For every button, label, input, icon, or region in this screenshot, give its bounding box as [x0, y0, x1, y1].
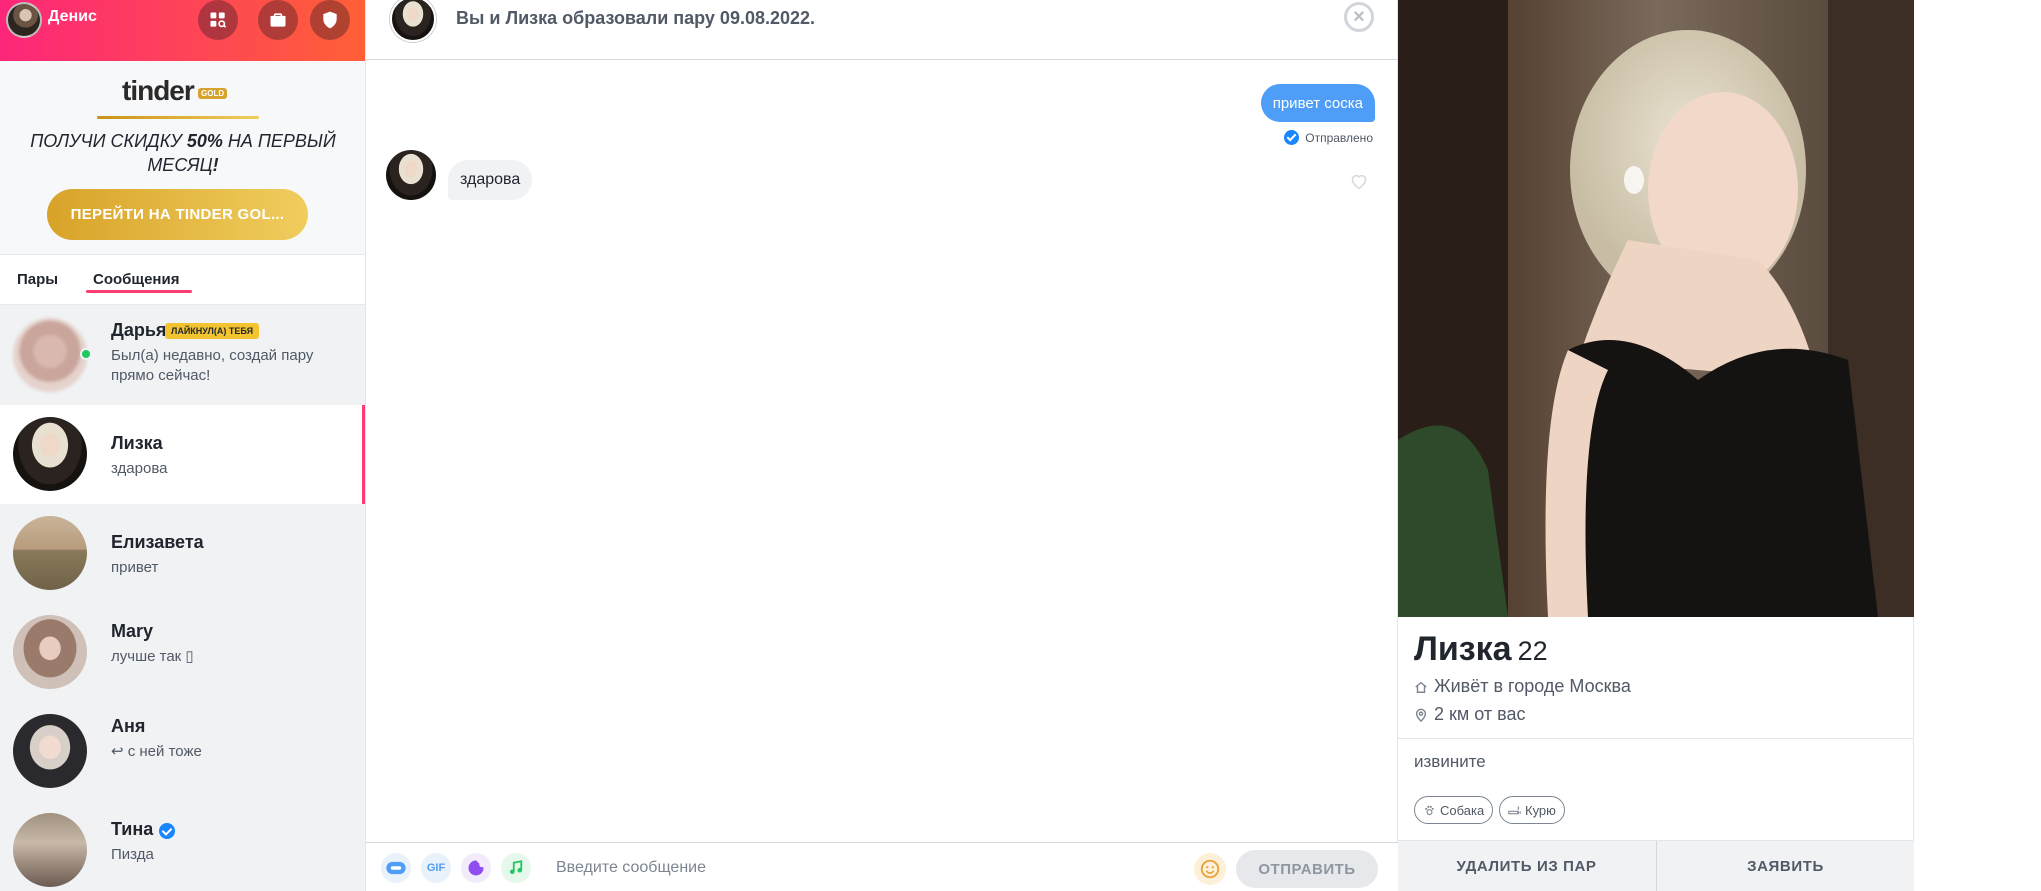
- sticker-button[interactable]: [381, 853, 411, 883]
- conversation-preview: здарова: [111, 460, 168, 477]
- verified-icon: [159, 823, 175, 839]
- conversation-list: Дарья ЛАЙКНУЛ(А) ТЕБЯ Был(а) недавно, со…: [0, 306, 365, 891]
- conversation-preview: ↩ с ней тоже: [111, 743, 202, 760]
- profile-bio: извините: [1414, 752, 1486, 771]
- conversation-preview: Был(а) недавно, создай пару прямо сейчас…: [111, 347, 314, 384]
- grid-search-icon: [210, 12, 227, 28]
- location-pin-icon: [1415, 708, 1427, 722]
- avatar: [13, 516, 87, 590]
- work-mode-button[interactable]: [258, 0, 298, 40]
- gif-button[interactable]: GIF: [421, 853, 451, 883]
- explore-button[interactable]: [198, 0, 238, 40]
- lifestyle-chip-pet: Собака: [1414, 796, 1494, 824]
- shield-icon: [323, 11, 337, 29]
- conversation-name: Mary: [111, 621, 154, 641]
- sidebar-tabs: Пары Сообщения: [0, 255, 365, 305]
- online-indicator: [80, 348, 92, 360]
- avatar: [13, 318, 87, 392]
- chat-header: Вы и Лизка образовали пару 09.08.2022. ×: [366, 0, 1398, 60]
- conversation-name: Лизка: [111, 433, 163, 453]
- sidebar: Денис tinder GOLD ПОЛУЧИ СКИДКУ 50% НА П…: [0, 0, 366, 891]
- conversation-preview: Пизда: [111, 846, 154, 863]
- liked-you-badge: ЛАЙКНУЛ(А) ТЕБЯ: [165, 323, 260, 339]
- gold-promo: tinder GOLD ПОЛУЧИ СКИДКУ 50% НА ПЕРВЫЙ …: [0, 61, 365, 255]
- avatar: [13, 615, 87, 689]
- profile-actions: УДАЛИТЬ ИЗ ПАР ЗАЯВИТЬ: [1398, 840, 1914, 891]
- incoming-message[interactable]: здарова: [448, 160, 533, 200]
- briefcase-icon: [270, 13, 286, 27]
- message-status: Отправлено: [1284, 130, 1373, 145]
- profile-distance: 2 км от вас: [1414, 704, 1526, 725]
- conversation-preview: лучше так ▯: [111, 648, 194, 665]
- safety-button[interactable]: [310, 0, 350, 40]
- profile-city: Живёт в городе Москва: [1414, 676, 1631, 697]
- gold-underline: [97, 116, 259, 119]
- message-composer: GIF ОТПРАВИТЬ: [366, 842, 1398, 891]
- tab-matches[interactable]: Пары: [17, 271, 58, 288]
- conversation-item[interactable]: Елизавета привет: [0, 504, 365, 603]
- outgoing-message[interactable]: привет соска: [1260, 84, 1375, 122]
- profile-age: 22: [1517, 636, 1548, 666]
- conversation-preview: привет: [111, 559, 159, 576]
- sticker-icon: [386, 861, 406, 875]
- my-avatar[interactable]: [6, 2, 42, 38]
- tab-messages[interactable]: Сообщения: [93, 271, 179, 288]
- chat-panel: Вы и Лизка образовали пару 09.08.2022. ×…: [366, 0, 1398, 891]
- my-name[interactable]: Денис: [48, 8, 97, 26]
- promo-offer: ПОЛУЧИ СКИДКУ 50% НА ПЕРВЫЙ МЕСЯЦ!: [30, 131, 336, 175]
- conversation-name: Елизавета: [111, 532, 204, 552]
- app-root: Денис tinder GOLD ПОЛУЧИ СКИДКУ 50% НА П…: [0, 0, 2041, 891]
- conversation-item[interactable]: Тина Пизда: [0, 801, 365, 891]
- unmatch-button[interactable]: УДАЛИТЬ ИЗ ПАР: [1398, 841, 1655, 891]
- report-button[interactable]: ЗАЯВИТЬ: [1657, 841, 1914, 891]
- upgrade-gold-button[interactable]: ПЕРЕЙТИ НА TINDER GOL...: [47, 189, 308, 240]
- conversation-item[interactable]: Дарья ЛАЙКНУЛ(А) ТЕБЯ Был(а) недавно, со…: [0, 306, 365, 405]
- smoking-icon: [1508, 805, 1521, 814]
- like-message-heart-icon[interactable]: [1349, 172, 1369, 190]
- conversation-name: Аня: [111, 716, 146, 736]
- home-icon: [1415, 681, 1427, 693]
- gold-badge: GOLD: [198, 88, 228, 99]
- emoji-button[interactable]: [1194, 853, 1226, 885]
- conversation-name: Тина: [111, 819, 154, 839]
- sent-status-label: Отправлено: [1305, 130, 1373, 145]
- sidebar-header: Денис: [0, 0, 365, 61]
- avatar: [13, 714, 87, 788]
- tinder-logo: tinder: [122, 75, 195, 106]
- active-tab-indicator: [86, 290, 192, 293]
- avatar: [13, 417, 87, 491]
- lifestyle-chip-smoking: Курю: [1499, 796, 1565, 824]
- match-avatar[interactable]: [390, 0, 436, 42]
- close-chat-button[interactable]: ×: [1344, 2, 1374, 32]
- close-icon: ×: [1353, 6, 1365, 28]
- conversation-item[interactable]: Mary лучше так ▯: [0, 603, 365, 702]
- music-button[interactable]: [501, 853, 531, 883]
- conversation-item-active[interactable]: Лизка здарова: [0, 405, 365, 504]
- sender-avatar[interactable]: [386, 150, 436, 200]
- send-button[interactable]: ОТПРАВИТЬ: [1236, 850, 1378, 888]
- smile-icon: [1200, 859, 1220, 879]
- profile-name: Лизка 22: [1414, 630, 1548, 668]
- sent-check-icon: [1284, 130, 1300, 145]
- pet-icon: [1425, 805, 1434, 815]
- avatar: [13, 813, 87, 887]
- conversation-item[interactable]: Аня ↩ с ней тоже: [0, 702, 365, 801]
- match-info: Вы и Лизка образовали пару 09.08.2022.: [456, 8, 816, 28]
- profile-photo[interactable]: [1398, 0, 1914, 617]
- emoji-sticker-button[interactable]: [461, 853, 491, 883]
- message-input[interactable]: [556, 854, 1156, 882]
- sticker-pack-icon: [468, 860, 484, 876]
- conversation-name: Дарья: [111, 320, 167, 340]
- profile-photo-image: [1398, 0, 1914, 617]
- divider: [1398, 738, 1914, 739]
- music-note-icon: [510, 860, 523, 874]
- profile-panel: Лизка 22 Живёт в городе Москва 2 км от ва…: [1398, 0, 1914, 891]
